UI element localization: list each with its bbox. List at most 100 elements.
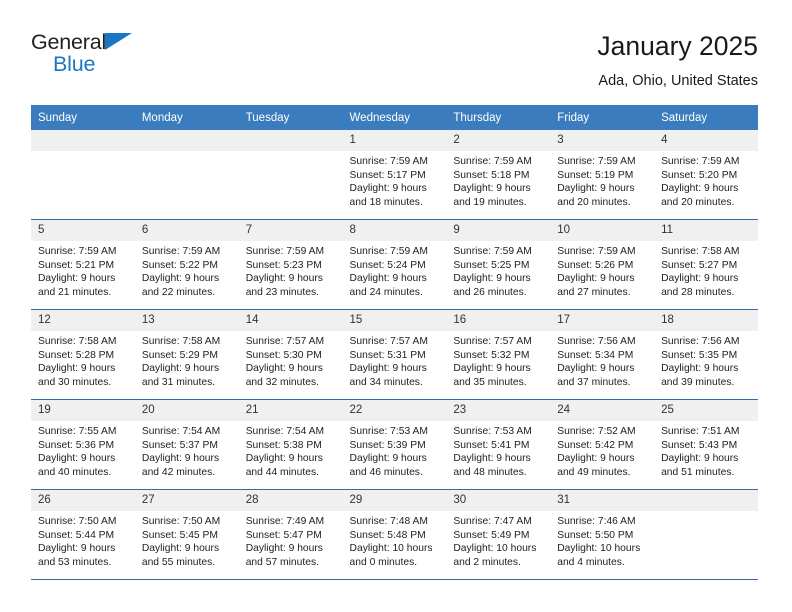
day-number: 9 [446,220,551,241]
daylight-text-line1: Daylight: 9 hours [38,453,116,465]
calendar-day-cell[interactable]: 1 Sunrise: 7:59 AM Sunset: 5:17 PM Daylight… [342,130,447,220]
daylight-text-line2: and 49 minutes. [557,466,631,478]
daylight-text-line2: and 44 minutes. [245,466,319,478]
calendar-day-cell[interactable]: 17 Sunrise: 7:56 AM Sunset: 5:34 PM Dayligh… [550,309,655,400]
calendar-day-cell[interactable]: 16 Sunrise: 7:57 AM Sunset: 5:32 PM Dayligh… [446,309,551,400]
daylight-text-line2: and 48 minutes. [453,466,527,478]
calendar-day-cell[interactable]: 12 Sunrise: 7:58 AM Sunset: 5:28 PM Dayligh… [31,309,135,400]
calendar-day-cell[interactable]: 3 Sunrise: 7:59 AM Sunset: 5:19 PM Daylight… [550,130,655,220]
calendar-day-cell[interactable]: 30 Sunrise: 7:47 AM Sunset: 5:49 PM Dayligh… [446,489,551,580]
day-number: 7 [238,220,343,241]
daylight-text-line1: Daylight: 9 hours [349,183,427,195]
day-number: 8 [342,220,447,241]
day-details: Sunrise: 7:50 AM Sunset: 5:45 PM Daylight:… [135,511,239,569]
page-title: January 2025 [597,31,758,61]
day-details: Sunrise: 7:52 AM Sunset: 5:42 PM Daylight:… [550,421,654,479]
sunset-text: Sunset: 5:32 PM [453,349,530,361]
calendar-day-cell[interactable]: 26 Sunrise: 7:50 AM Sunset: 5:44 PM Dayligh… [31,489,135,580]
sunset-text: Sunset: 5:45 PM [141,529,218,541]
day-number: 14 [238,310,343,331]
sunset-text: Sunset: 5:36 PM [38,439,115,451]
calendar-day-cell[interactable]: 14 Sunrise: 7:57 AM Sunset: 5:30 PM Dayligh… [238,309,343,400]
day-number: 11 [654,220,758,241]
daylight-text-line1: Daylight: 9 hours [557,183,635,195]
calendar-day-cell[interactable]: 5 Sunrise: 7:59 AM Sunset: 5:21 PM Daylight… [31,219,135,310]
calendar-day-cell[interactable]: 19 Sunrise: 7:55 AM Sunset: 5:36 PM Dayligh… [31,399,135,490]
calendar-day-cell[interactable]: 9 Sunrise: 7:59 AM Sunset: 5:25 PM Daylight… [446,219,551,310]
day-details: Sunrise: 7:59 AM Sunset: 5:19 PM Daylight:… [550,151,654,209]
calendar-day-cell[interactable]: 21 Sunrise: 7:54 AM Sunset: 5:38 PM Dayligh… [238,399,343,490]
daylight-text-line1: Daylight: 10 hours [349,543,433,555]
day-number: 18 [654,310,758,331]
day-details: Sunrise: 7:57 AM Sunset: 5:32 PM Daylight:… [446,331,550,389]
brand-logo[interactable]: General Blue [31,30,201,86]
calendar-day-cell[interactable]: 10 Sunrise: 7:59 AM Sunset: 5:26 PM Dayligh… [550,219,655,310]
calendar-day-cell[interactable]: 31 Sunrise: 7:46 AM Sunset: 5:50 PM Dayligh… [550,489,655,580]
day-details: Sunrise: 7:59 AM Sunset: 5:21 PM Daylight:… [31,241,135,299]
calendar-day-cell[interactable]: 2 Sunrise: 7:59 AM Sunset: 5:18 PM Daylight… [446,130,551,220]
calendar-day-cell[interactable]: 24 Sunrise: 7:52 AM Sunset: 5:42 PM Dayligh… [550,399,655,490]
daylight-text-line2: and 20 minutes. [557,196,631,208]
sunrise-text: Sunrise: 7:59 AM [453,156,532,167]
calendar-day-cell[interactable]: 13 Sunrise: 7:58 AM Sunset: 5:29 PM Dayligh… [134,309,239,400]
sunset-text: Sunset: 5:44 PM [38,529,115,541]
daylight-text-line2: and 51 minutes. [661,466,735,478]
daylight-text-line1: Daylight: 9 hours [453,273,531,285]
sunrise-text: Sunrise: 7:50 AM [38,516,117,527]
sunset-text: Sunset: 5:41 PM [453,439,530,451]
daylight-text-line2: and 2 minutes. [453,556,521,568]
sunset-text: Sunset: 5:21 PM [38,259,115,271]
day-number: 16 [446,310,551,331]
day-details: Sunrise: 7:54 AM Sunset: 5:38 PM Daylight:… [239,421,343,479]
daylight-text-line1: Daylight: 9 hours [38,363,116,375]
sunset-text: Sunset: 5:29 PM [141,349,218,361]
day-number: 24 [550,400,655,421]
weekday-header-wednesday: Wednesday [342,105,447,130]
calendar-day-cell[interactable]: 18 Sunrise: 7:56 AM Sunset: 5:35 PM Dayligh… [654,309,758,400]
calendar-day-cell[interactable]: 20 Sunrise: 7:54 AM Sunset: 5:37 PM Dayligh… [134,399,239,490]
daylight-text-line2: and 42 minutes. [141,466,216,478]
calendar-day-cell[interactable]: 8 Sunrise: 7:59 AM Sunset: 5:24 PM Daylight… [342,219,447,310]
sunset-text: Sunset: 5:39 PM [349,439,426,451]
calendar-day-cell[interactable]: 4 Sunrise: 7:59 AM Sunset: 5:20 PM Daylight… [654,130,758,220]
title-block: January 2025 Ada, Ohio, United States [597,30,758,91]
calendar-day-cell[interactable]: 7 Sunrise: 7:59 AM Sunset: 5:23 PM Daylight… [238,219,343,310]
calendar-day-cell[interactable]: 6 Sunrise: 7:59 AM Sunset: 5:22 PM Daylight… [134,219,239,310]
day-number: 23 [446,400,551,421]
sunset-text: Sunset: 5:24 PM [349,259,426,271]
day-details: Sunrise: 7:59 AM Sunset: 5:22 PM Daylight:… [135,241,239,299]
calendar-day-cell[interactable]: 25 Sunrise: 7:51 AM Sunset: 5:43 PM Dayligh… [654,399,758,490]
sunrise-text: Sunrise: 7:57 AM [349,336,428,347]
day-details: Sunrise: 7:56 AM Sunset: 5:34 PM Daylight:… [550,331,654,389]
daylight-text-line2: and 31 minutes. [141,376,216,388]
sunrise-text: Sunrise: 7:50 AM [141,516,221,527]
day-details: Sunrise: 7:59 AM Sunset: 5:18 PM Daylight:… [446,151,550,209]
calendar-day-cell[interactable]: 22 Sunrise: 7:53 AM Sunset: 5:39 PM Dayligh… [342,399,447,490]
daylight-text-line1: Daylight: 9 hours [661,453,739,465]
calendar-day-cell[interactable]: 11 Sunrise: 7:58 AM Sunset: 5:27 PM Dayligh… [654,219,758,310]
day-number: 2 [446,130,551,151]
daylight-text-line2: and 22 minutes. [141,286,216,298]
day-number: 17 [550,310,655,331]
calendar-day-cell[interactable]: 15 Sunrise: 7:57 AM Sunset: 5:31 PM Dayligh… [342,309,447,400]
calendar-day-cell[interactable]: 23 Sunrise: 7:53 AM Sunset: 5:41 PM Dayligh… [446,399,551,490]
sunset-text: Sunset: 5:31 PM [349,349,426,361]
day-number: 12 [31,310,135,331]
calendar-grid: Sunday Monday Tuesday Wednesday Thursday… [31,105,758,580]
calendar-day-cell[interactable]: 29 Sunrise: 7:48 AM Sunset: 5:48 PM Dayligh… [342,489,447,580]
daylight-text-line2: and 21 minutes. [38,286,112,298]
sunrise-text: Sunrise: 7:59 AM [245,246,325,257]
day-number: 25 [654,400,758,421]
sunset-text: Sunset: 5:48 PM [349,529,426,541]
daylight-text-line2: and 46 minutes. [349,466,423,478]
day-details: Sunrise: 7:53 AM Sunset: 5:41 PM Daylight:… [446,421,550,479]
sunset-text: Sunset: 5:20 PM [661,169,738,181]
daylight-text-line1: Daylight: 9 hours [557,273,635,285]
calendar-day-cell[interactable]: 28 Sunrise: 7:49 AM Sunset: 5:47 PM Dayligh… [238,489,343,580]
day-number: 30 [446,490,551,511]
calendar-day-cell[interactable]: 27 Sunrise: 7:50 AM Sunset: 5:45 PM Dayligh… [134,489,239,580]
calendar-week-row: 26 Sunrise: 7:50 AM Sunset: 5:44 PM Dayligh… [31,489,758,580]
sunset-text: Sunset: 5:30 PM [245,349,322,361]
day-details: Sunrise: 7:51 AM Sunset: 5:43 PM Daylight:… [654,421,758,479]
daylight-text-line2: and 23 minutes. [245,286,319,298]
